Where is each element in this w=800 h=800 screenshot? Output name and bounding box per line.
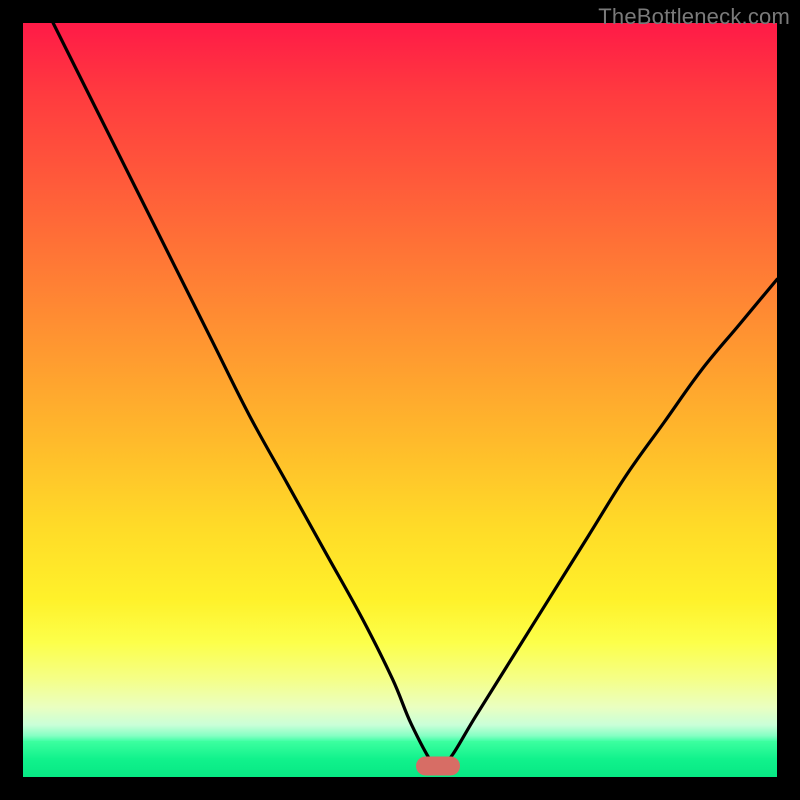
plot-area	[23, 23, 777, 777]
watermark-text: TheBottleneck.com	[598, 4, 790, 30]
optimum-marker	[416, 756, 460, 775]
bottleneck-curve	[23, 23, 777, 777]
chart-frame: TheBottleneck.com	[0, 0, 800, 800]
